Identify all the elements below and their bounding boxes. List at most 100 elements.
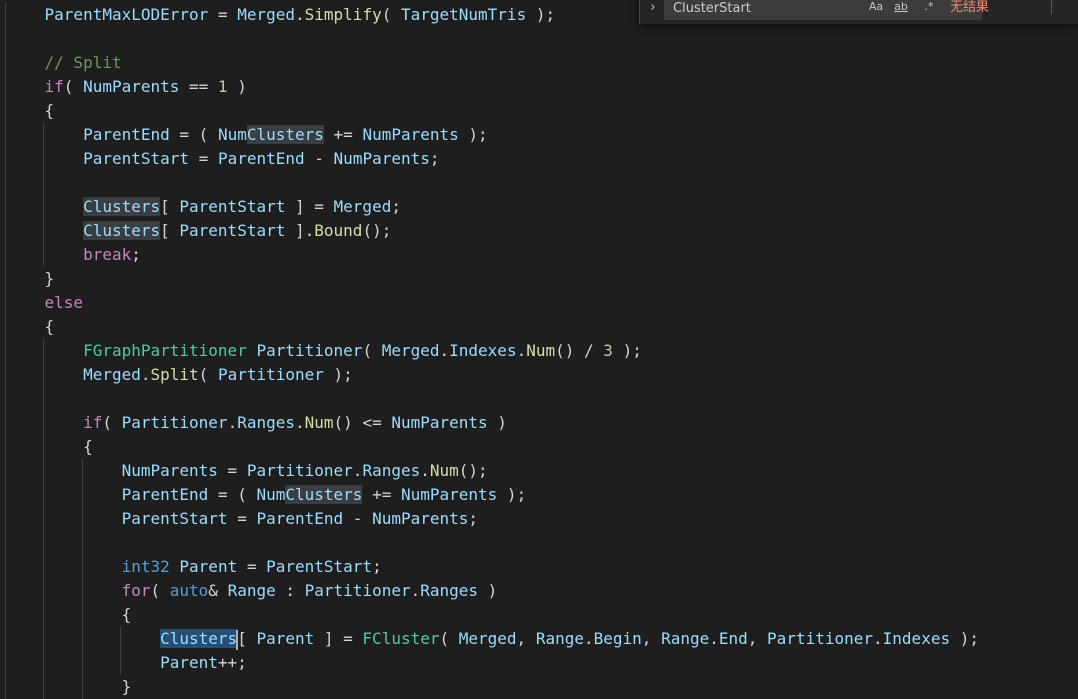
code-token: += [323, 125, 363, 144]
code-token: 3 [603, 341, 613, 360]
code-token: Simplify [304, 5, 382, 24]
code-token: Range [535, 629, 584, 648]
code-token: [ [160, 221, 180, 240]
code-token: ; [391, 197, 401, 216]
code-line[interactable]: if( NumParents == 1 ) [6, 75, 247, 99]
code-token: = ( [169, 125, 218, 144]
code-line[interactable]: // Split [6, 51, 122, 75]
code-line[interactable]: Parent++; [6, 651, 247, 675]
code-token: Merged [83, 365, 141, 384]
code-line[interactable]: else [6, 291, 84, 315]
find-widget-divider [1051, 0, 1052, 14]
code-line[interactable]: if( Partitioner.Ranges.Num() <= NumParen… [6, 411, 507, 435]
code-token: Num [526, 341, 556, 360]
code-line[interactable]: } [6, 267, 55, 291]
code-token: ; [429, 149, 440, 168]
code-editor[interactable]: ParentMaxLODError = Merged.Simplify( Tar… [0, 0, 1078, 699]
code-token: Merged [237, 5, 295, 24]
code-token: = [227, 509, 257, 528]
code-line[interactable]: Clusters[ ParentStart ] = Merged; [6, 195, 401, 219]
code-token: Parent [160, 653, 218, 672]
code-token: ); [526, 5, 556, 24]
code-token: Split [150, 365, 199, 384]
code-token: . [583, 629, 594, 648]
code-token: // Split [44, 53, 122, 72]
code-line[interactable]: FGraphPartitioner Partitioner( Merged.In… [6, 339, 642, 363]
code-token: ]. [285, 221, 315, 240]
code-token: NumParents [83, 77, 180, 96]
code-token: = [189, 149, 218, 168]
code-token: ); [950, 629, 979, 648]
code-line[interactable]: { [6, 99, 55, 123]
code-line[interactable]: ParentStart = ParentEnd - NumParents; [6, 507, 478, 531]
code-token: ] = [314, 629, 363, 648]
code-token: , [747, 629, 768, 648]
code-token: End [718, 629, 748, 648]
search-match-token: Clusters [246, 125, 324, 144]
code-token: ParentEnd [121, 485, 209, 504]
code-token: ; [372, 557, 382, 576]
code-token: ); [458, 125, 488, 144]
code-token: ( [439, 629, 459, 648]
code-line[interactable]: { [6, 435, 93, 459]
whole-word-button[interactable]: ab [891, 0, 911, 16]
code-token: Num [429, 461, 459, 480]
code-token: [ [160, 197, 180, 216]
code-line[interactable]: for( auto& Range : Partitioner.Ranges ) [6, 579, 498, 603]
code-token: ( [198, 365, 218, 384]
search-match-token: Clusters [285, 485, 363, 504]
search-match-token: Clusters [160, 629, 238, 648]
code-token: [ [237, 629, 257, 648]
code-token: ; [131, 245, 141, 264]
code-token: Partitioner [217, 365, 324, 384]
code-token: += [362, 485, 401, 504]
code-token: = ( [208, 485, 257, 504]
code-line[interactable]: } [6, 675, 132, 699]
code-token: Num [256, 485, 286, 504]
code-line[interactable]: ParentEnd = ( NumClusters += NumParents … [6, 483, 526, 507]
code-token: . [516, 341, 527, 360]
code-token: Ranges [362, 461, 421, 480]
code-token: (); [362, 221, 392, 240]
code-token: ); [497, 485, 527, 504]
code-token: Partitioner [304, 581, 411, 600]
search-match-token: Clusters [83, 197, 161, 216]
code-token: ; [468, 509, 479, 528]
code-token: ParentStart [121, 509, 228, 528]
code-token: { [83, 437, 93, 456]
code-line[interactable]: ParentStart = ParentEnd - NumParents; [6, 147, 440, 171]
code-token: Partitioner [256, 341, 363, 360]
code-token: . [420, 461, 430, 480]
code-token: Parent [256, 629, 315, 648]
code-token: ( [63, 77, 84, 96]
regex-button[interactable]: .* [919, 0, 939, 16]
code-line[interactable]: Clusters[ ParentStart ].Bound(); [6, 219, 391, 243]
code-token: int32 [121, 557, 170, 576]
code-token: Partitioner [767, 629, 874, 648]
code-token: { [44, 101, 55, 120]
code-token: = [217, 461, 247, 480]
code-line[interactable]: ParentMaxLODError = Merged.Simplify( Tar… [6, 3, 556, 27]
code-token: Partitioner [121, 413, 228, 432]
chevron-right-icon[interactable]: › [646, 0, 660, 18]
code-line[interactable]: int32 Parent = ParentStart; [6, 555, 382, 579]
code-line[interactable]: Merged.Split( Partitioner ); [6, 363, 353, 387]
code-token: ParentStart [179, 197, 286, 216]
code-token: ( [381, 5, 401, 24]
code-token: Partitioner [246, 461, 353, 480]
code-line[interactable]: ParentEnd = ( NumClusters += NumParents … [6, 123, 488, 147]
code-token: { [121, 605, 132, 624]
code-token: = [237, 557, 267, 576]
match-case-button[interactable]: Aa [866, 0, 886, 16]
code-line[interactable]: { [6, 315, 55, 339]
code-line[interactable]: NumParents = Partitioner.Ranges.Num(); [6, 459, 488, 483]
code-token: auto [169, 581, 209, 600]
code-token: . [227, 413, 238, 432]
code-line[interactable]: break; [6, 243, 141, 267]
code-token: . [295, 413, 305, 432]
code-token: NumParents [391, 413, 488, 432]
code-token: () / [555, 341, 604, 360]
code-line[interactable]: { [6, 603, 132, 627]
code-line[interactable]: Clusters[ Parent ] = FCluster( Merged, R… [6, 627, 979, 651]
